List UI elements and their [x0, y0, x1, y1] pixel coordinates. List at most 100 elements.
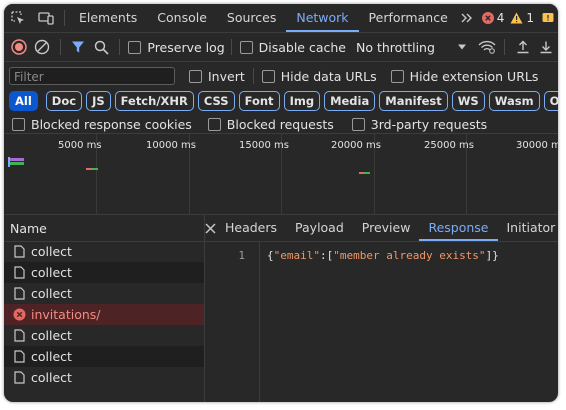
chip-img[interactable]: Img — [283, 91, 321, 111]
timeline-bar — [364, 172, 370, 174]
download-icon — [540, 41, 552, 54]
request-row[interactable]: collect — [4, 283, 204, 304]
blocked-response-cookies-box[interactable] — [12, 117, 25, 131]
hide-extension-urls-label: Hide extension URLs — [409, 68, 539, 84]
tab-headers[interactable]: Headers — [216, 215, 286, 241]
network-overview-timeline[interactable]: 5000 ms 10000 ms 15000 ms 20000 ms 25000… — [4, 133, 558, 214]
blocked-requests-box[interactable] — [207, 117, 221, 131]
name-column-label: Name — [10, 221, 47, 236]
document-icon — [12, 245, 26, 259]
inspect-element-icon[interactable] — [4, 4, 32, 32]
request-name: collect — [31, 286, 72, 301]
tab-payload[interactable]: Payload — [286, 215, 353, 241]
tab-console[interactable]: Console — [147, 4, 217, 32]
network-toolbar: Preserve log Disable cache No throttling — [4, 33, 558, 61]
import-har-button[interactable] — [511, 33, 534, 61]
chip-ws[interactable]: WS — [451, 91, 485, 111]
request-name: collect — [31, 265, 72, 280]
disable-cache-label: Disable cache — [258, 39, 346, 55]
device-toolbar-icon[interactable] — [32, 4, 60, 32]
preserve-log-box[interactable] — [128, 40, 142, 54]
tab-sources[interactable]: Sources — [217, 4, 286, 32]
response-body: {"email":["member already exists"]} — [267, 249, 499, 262]
timeline-tick-label: 15000 ms — [239, 140, 289, 151]
filter-input[interactable]: Filter — [9, 67, 175, 85]
response-close: ]} — [485, 249, 499, 262]
disable-cache-checkbox[interactable]: Disable cache — [239, 39, 346, 55]
hide-extension-urls-checkbox[interactable]: Hide extension URLs — [390, 68, 539, 84]
filter-icon — [72, 41, 85, 53]
response-colon: :[ — [319, 249, 334, 262]
export-har-button[interactable] — [535, 33, 558, 61]
timeline-bar — [8, 157, 10, 167]
stop-recording-button[interactable] — [7, 33, 30, 61]
timeline-bar — [92, 168, 98, 170]
wifi-settings-icon — [478, 40, 496, 54]
name-column-header[interactable]: Name — [4, 214, 204, 242]
error-icon — [12, 308, 26, 322]
tab-response[interactable]: Response — [419, 215, 498, 241]
document-icon — [12, 266, 26, 280]
network-conditions-button[interactable] — [475, 33, 498, 61]
warning-badge[interactable]: 1 — [510, 11, 534, 25]
issues-badge[interactable] — [542, 12, 554, 24]
tab-initiator[interactable]: Initiator — [498, 215, 559, 241]
request-name: collect — [31, 370, 72, 385]
timeline-tick-label: 25000 ms — [424, 140, 474, 151]
chip-all[interactable]: All — [9, 91, 38, 111]
request-row[interactable]: collect — [4, 346, 204, 367]
third-party-requests-box[interactable] — [351, 117, 365, 131]
hide-extension-urls-box[interactable] — [390, 69, 404, 83]
filter-toggle-button[interactable] — [67, 33, 90, 61]
chip-manifest[interactable]: Manifest — [379, 91, 448, 111]
error-badge[interactable]: 4 — [481, 11, 504, 25]
request-name: collect — [31, 349, 72, 364]
hide-data-urls-checkbox[interactable]: Hide data URLs — [261, 68, 377, 84]
invert-box[interactable] — [189, 69, 202, 83]
document-icon — [12, 350, 26, 364]
blocked-response-cookies-label: Blocked response cookies — [31, 116, 192, 132]
document-icon — [12, 371, 26, 385]
response-viewer[interactable]: 1 {"email":["member already exists"]} — [205, 241, 558, 402]
tab-elements[interactable]: Elements — [69, 4, 147, 32]
chip-js[interactable]: JS — [86, 91, 111, 111]
timeline-tick-label: 10000 ms — [146, 140, 196, 151]
preserve-log-checkbox[interactable]: Preserve log — [128, 40, 225, 55]
request-name: collect — [31, 244, 72, 259]
request-row[interactable]: collect — [4, 325, 204, 346]
blocked-requests-checkbox[interactable]: Blocked requests — [207, 117, 334, 132]
chip-fetch-xhr[interactable]: Fetch/XHR — [114, 91, 194, 111]
tab-performance[interactable]: Performance — [359, 4, 458, 32]
chip-css[interactable]: CSS — [197, 91, 235, 111]
close-detail-button[interactable] — [205, 214, 216, 242]
more-tabs-chevron-icon[interactable] — [458, 4, 476, 32]
chip-font[interactable]: Font — [238, 91, 280, 111]
invert-checkbox[interactable]: Invert — [189, 69, 245, 84]
tab-network[interactable]: Network — [286, 4, 359, 32]
request-row[interactable]: collect — [4, 262, 204, 283]
chip-doc[interactable]: Doc — [45, 91, 83, 111]
hide-data-urls-box[interactable] — [261, 69, 275, 83]
timeline-bar — [8, 162, 24, 165]
hide-data-urls-label: Hide data URLs — [280, 68, 377, 84]
timeline-bar — [8, 158, 24, 161]
third-party-requests-label: 3rd-party requests — [370, 116, 488, 132]
request-row[interactable]: collect — [4, 367, 204, 388]
tab-preview[interactable]: Preview — [353, 215, 420, 241]
line-gutter: 1 — [205, 241, 260, 402]
chevron-down-icon — [457, 44, 466, 50]
chip-media[interactable]: Media — [324, 91, 376, 111]
throttling-select[interactable]: No throttling — [356, 40, 467, 55]
search-button[interactable] — [90, 33, 113, 61]
disable-cache-box[interactable] — [239, 40, 253, 54]
request-row[interactable]: collect — [4, 241, 204, 262]
request-row-error[interactable]: invitations/ — [4, 304, 204, 325]
error-icon — [481, 12, 494, 24]
chip-other[interactable]: Other — [543, 91, 558, 111]
clear-button[interactable] — [30, 33, 53, 61]
blocked-response-cookies-checkbox[interactable]: Blocked response cookies — [12, 117, 192, 132]
response-value: "member already exists" — [333, 249, 486, 262]
chip-wasm[interactable]: Wasm — [488, 91, 540, 111]
third-party-requests-checkbox[interactable]: 3rd-party requests — [351, 116, 488, 132]
timeline-tick-label: 5000 ms — [58, 140, 102, 151]
